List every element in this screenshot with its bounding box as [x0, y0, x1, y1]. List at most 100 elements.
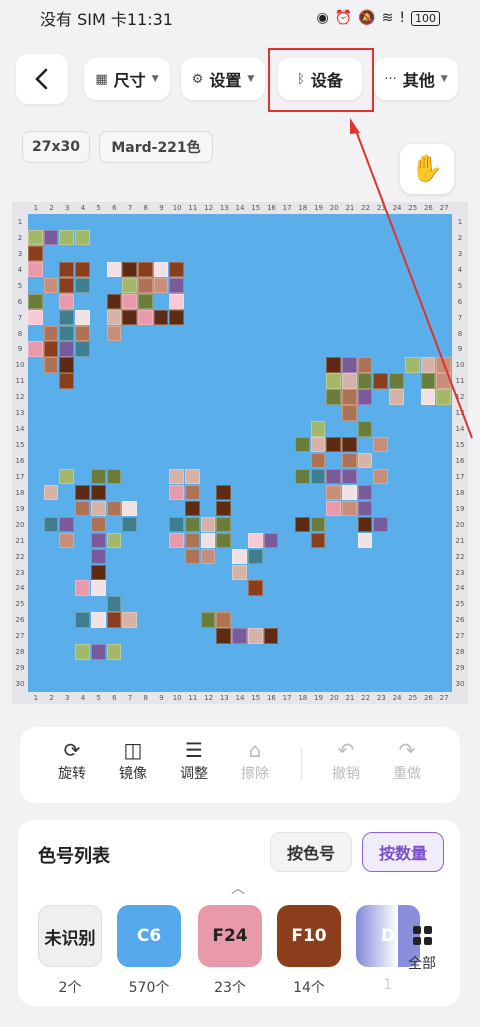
- bead-cell[interactable]: [122, 516, 137, 533]
- bead-cell[interactable]: [43, 277, 59, 294]
- rotate-button[interactable]: ⟳ 旋转: [50, 737, 94, 783]
- bead-cell[interactable]: [185, 500, 200, 517]
- chevron-up-icon[interactable]: ︿: [231, 878, 245, 898]
- bead-cell[interactable]: [263, 628, 279, 644]
- bead-cell[interactable]: [389, 373, 404, 389]
- bead-cell[interactable]: [90, 516, 106, 533]
- bead-cell[interactable]: [357, 421, 373, 437]
- bead-cell[interactable]: [200, 516, 216, 533]
- bead-cell[interactable]: [75, 644, 90, 660]
- bead-cell[interactable]: [263, 532, 279, 549]
- bead-cell[interactable]: [294, 437, 310, 453]
- all-colors-button[interactable]: 全部: [400, 926, 444, 973]
- bead-cell[interactable]: [373, 437, 389, 453]
- bead-cell[interactable]: [28, 341, 43, 357]
- bead-cell[interactable]: [75, 229, 90, 246]
- bead-cell[interactable]: [247, 628, 263, 644]
- pixel-canvas[interactable]: [28, 214, 452, 692]
- bead-cell[interactable]: [310, 532, 326, 549]
- sort-by-count-button[interactable]: 按数量: [362, 832, 444, 872]
- bead-cell[interactable]: [310, 437, 326, 453]
- bead-cell[interactable]: [43, 484, 59, 501]
- bead-cell[interactable]: [106, 261, 122, 278]
- back-button[interactable]: [16, 54, 68, 104]
- bead-cell[interactable]: [342, 357, 357, 373]
- bead-cell[interactable]: [75, 484, 90, 501]
- bead-cell[interactable]: [436, 389, 451, 405]
- bead-cell[interactable]: [59, 325, 75, 341]
- erase-button[interactable]: ⌂ 擦除: [233, 737, 277, 783]
- bead-cell[interactable]: [169, 468, 185, 485]
- bead-cell[interactable]: [90, 532, 106, 549]
- bead-cell[interactable]: [232, 564, 247, 580]
- bead-cell[interactable]: [75, 341, 90, 357]
- bead-cell[interactable]: [169, 277, 185, 294]
- sort-by-code-button[interactable]: 按色号: [270, 832, 352, 872]
- bead-cell[interactable]: [357, 357, 373, 373]
- bead-cell[interactable]: [185, 532, 200, 549]
- bead-cell[interactable]: [59, 293, 75, 310]
- bead-cell[interactable]: [90, 564, 106, 580]
- bead-cell[interactable]: [169, 261, 185, 278]
- bead-cell[interactable]: [200, 612, 216, 628]
- bead-cell[interactable]: [59, 261, 75, 278]
- bead-cell[interactable]: [294, 468, 310, 485]
- bead-cell[interactable]: [59, 532, 75, 549]
- bead-cell[interactable]: [122, 500, 137, 517]
- bead-cell[interactable]: [75, 309, 90, 325]
- bead-grid[interactable]: 1 2 3 4 5 6 7 8 9 10 11 12 13 14 15 16 17 18 19 20 21 22 23 24 2…: [12, 202, 468, 704]
- bead-cell[interactable]: [357, 453, 373, 469]
- bead-cell[interactable]: [122, 293, 137, 310]
- bead-cell[interactable]: [106, 612, 122, 628]
- bead-cell[interactable]: [216, 484, 232, 501]
- bead-cell[interactable]: [169, 309, 185, 325]
- bead-cell[interactable]: [185, 468, 200, 485]
- bead-cell[interactable]: [310, 468, 326, 485]
- bead-cell[interactable]: [216, 532, 232, 549]
- bead-cell[interactable]: [326, 468, 342, 485]
- palette-chip[interactable]: Mard-221色: [99, 131, 213, 163]
- bead-cell[interactable]: [357, 516, 373, 533]
- bead-cell[interactable]: [342, 453, 357, 469]
- bead-cell[interactable]: [342, 373, 357, 389]
- bead-cell[interactable]: [43, 341, 59, 357]
- bead-cell[interactable]: [326, 357, 342, 373]
- undo-button[interactable]: ↶ 撤销: [324, 737, 368, 783]
- bead-cell[interactable]: [216, 516, 232, 533]
- bead-cell[interactable]: [342, 437, 357, 453]
- bead-cell[interactable]: [357, 484, 373, 501]
- bead-cell[interactable]: [90, 484, 106, 501]
- bead-cell[interactable]: [185, 548, 200, 564]
- bead-cell[interactable]: [342, 405, 357, 421]
- bead-cell[interactable]: [90, 468, 106, 485]
- bead-cell[interactable]: [28, 309, 43, 325]
- bead-cell[interactable]: [75, 580, 90, 596]
- color-swatch[interactable]: F24: [198, 905, 262, 967]
- bead-cell[interactable]: [169, 293, 185, 310]
- bead-cell[interactable]: [59, 357, 75, 373]
- bead-cell[interactable]: [59, 341, 75, 357]
- bead-cell[interactable]: [122, 309, 137, 325]
- bead-cell[interactable]: [90, 500, 106, 517]
- bead-cell[interactable]: [153, 309, 169, 325]
- settings-button[interactable]: ⚙ 设置 ▼: [181, 58, 265, 100]
- bead-cell[interactable]: [106, 500, 122, 517]
- bead-cell[interactable]: [106, 468, 122, 485]
- bead-cell[interactable]: [232, 548, 247, 564]
- bead-cell[interactable]: [28, 293, 43, 310]
- bead-cell[interactable]: [43, 357, 59, 373]
- bead-cell[interactable]: [310, 421, 326, 437]
- bead-cell[interactable]: [90, 612, 106, 628]
- bead-cell[interactable]: [247, 580, 263, 596]
- bead-cell[interactable]: [169, 532, 185, 549]
- color-swatch[interactable]: 未识别: [38, 905, 102, 967]
- bead-cell[interactable]: [90, 580, 106, 596]
- bead-cell[interactable]: [404, 357, 420, 373]
- bead-cell[interactable]: [75, 277, 90, 294]
- bead-cell[interactable]: [59, 468, 75, 485]
- bead-cell[interactable]: [185, 516, 200, 533]
- bead-cell[interactable]: [357, 373, 373, 389]
- color-swatch[interactable]: C6: [117, 905, 181, 967]
- bead-cell[interactable]: [357, 532, 373, 549]
- adjust-button[interactable]: ☰ 调整: [172, 737, 216, 783]
